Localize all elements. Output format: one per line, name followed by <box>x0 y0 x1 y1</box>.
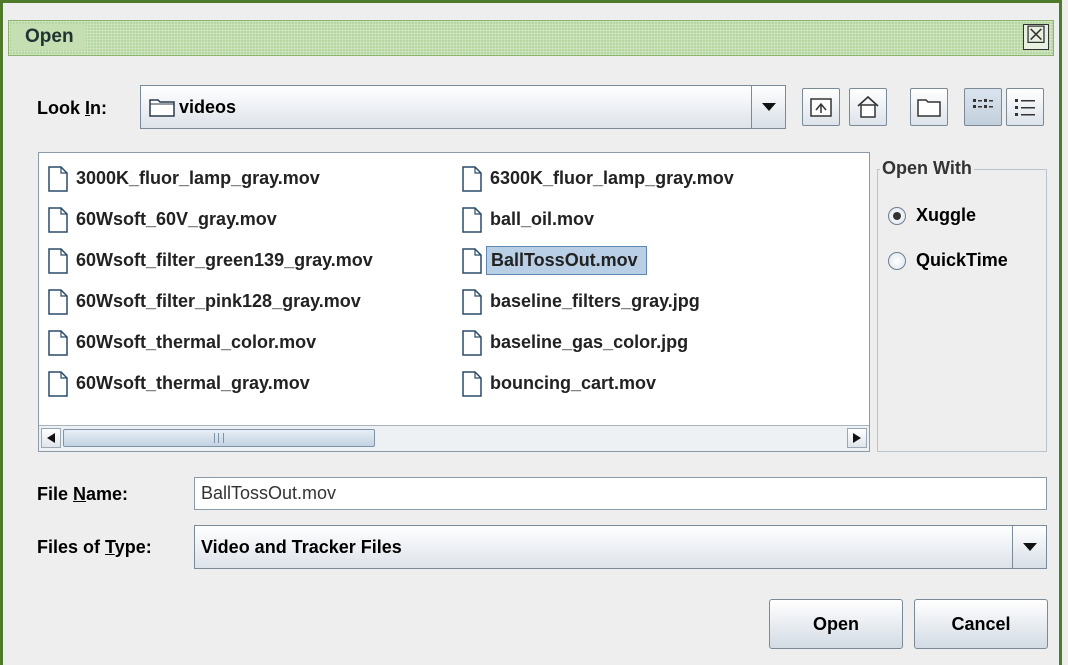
open-with-title: Open With <box>880 158 974 179</box>
chevron-left-icon <box>47 433 55 443</box>
look-in-dropdown-arrow[interactable] <box>751 86 785 128</box>
file-item[interactable]: 60Wsoft_filter_pink128_gray.mov <box>43 284 453 319</box>
close-icon[interactable]: ☒ <box>1023 24 1049 50</box>
file-item[interactable]: 3000K_fluor_lamp_gray.mov <box>43 161 453 196</box>
look-in-label: Look In: <box>37 98 107 119</box>
file-list[interactable]: 3000K_fluor_lamp_gray.mov 60Wsoft_60V_gra… <box>38 152 870 452</box>
file-name: 60Wsoft_filter_pink128_gray.mov <box>76 291 361 311</box>
document-icon <box>48 329 68 356</box>
file-column-1: 3000K_fluor_lamp_gray.mov 60Wsoft_60V_gra… <box>43 161 453 407</box>
file-name: baseline_filters_gray.jpg <box>490 291 700 311</box>
file-item[interactable]: 60Wsoft_thermal_gray.mov <box>43 366 453 401</box>
document-icon <box>48 165 68 192</box>
file-name: 60Wsoft_60V_gray.mov <box>76 209 277 229</box>
file-name: 6300K_fluor_lamp_gray.mov <box>490 168 734 188</box>
file-type-value: Video and Tracker Files <box>201 537 402 557</box>
details-view-button[interactable] <box>1006 88 1044 126</box>
file-name-label-prefix: File <box>37 484 74 504</box>
file-item[interactable]: ball_oil.mov <box>457 202 867 237</box>
file-item[interactable]: 60Wsoft_thermal_color.mov <box>43 325 453 360</box>
file-name: 60Wsoft_thermal_gray.mov <box>76 373 310 393</box>
home-icon <box>857 95 879 118</box>
document-icon <box>462 288 482 315</box>
document-icon <box>48 247 68 274</box>
file-name-label-mnemonic: N <box>73 484 87 504</box>
file-item[interactable]: 6300K_fluor_lamp_gray.mov <box>457 161 867 196</box>
chevron-down-icon <box>1022 543 1037 551</box>
file-type-label-prefix: Files of <box>37 537 106 557</box>
file-name: ball_oil.mov <box>490 209 595 229</box>
scrollbar-thumb[interactable] <box>63 429 375 447</box>
document-icon <box>48 370 68 397</box>
file-type-combo[interactable]: Video and Tracker Files <box>194 525 1047 569</box>
file-type-label-suffix: ype: <box>114 537 152 557</box>
file-name: 60Wsoft_filter_green139_gray.mov <box>76 250 373 270</box>
file-name: baseline_gas_color.jpg <box>490 332 689 352</box>
scroll-left-button[interactable] <box>41 428 61 448</box>
document-icon <box>48 206 68 233</box>
document-icon <box>48 288 68 315</box>
folder-icon <box>149 99 175 117</box>
file-type-label: Files of Type: <box>37 537 152 558</box>
list-view-icon <box>973 99 993 108</box>
file-name: 60Wsoft_thermal_color.mov <box>76 332 317 352</box>
dialog-title: Open <box>11 24 86 50</box>
radio-xuggle[interactable]: Xuggle <box>888 205 976 226</box>
list-view-button[interactable] <box>964 88 1002 126</box>
file-item[interactable]: bouncing_cart.mov <box>457 366 867 401</box>
scroll-right-button[interactable] <box>847 428 867 448</box>
home-button[interactable] <box>849 88 887 126</box>
radio-button-icon[interactable] <box>888 251 906 270</box>
file-type-dropdown-arrow[interactable] <box>1012 526 1046 568</box>
file-item[interactable]: 60Wsoft_60V_gray.mov <box>43 202 453 237</box>
file-item[interactable]: BallTossOut.mov <box>457 243 867 278</box>
file-name: BallTossOut.mov <box>486 246 647 275</box>
details-view-icon <box>1015 99 1035 116</box>
title-bar[interactable]: Open ☒ <box>8 20 1054 56</box>
horizontal-scrollbar[interactable] <box>39 425 869 451</box>
file-name-label: File Name: <box>37 484 128 505</box>
chevron-right-icon <box>853 433 861 443</box>
document-icon <box>462 165 482 192</box>
file-type-label-mnemonic: T <box>105 537 115 557</box>
up-one-level-button[interactable] <box>802 88 840 126</box>
radio-button-icon[interactable] <box>888 206 906 225</box>
document-icon <box>462 329 482 356</box>
radio-xuggle-label: Xuggle <box>916 205 977 225</box>
document-icon <box>462 206 482 233</box>
file-name: 3000K_fluor_lamp_gray.mov <box>76 168 320 188</box>
new-folder-button[interactable] <box>910 88 948 126</box>
file-name-input[interactable]: BallTossOut.mov <box>194 477 1047 510</box>
new-folder-icon <box>917 99 941 117</box>
file-column-2: 6300K_fluor_lamp_gray.mov ball_oil.mov Bal… <box>457 161 867 407</box>
file-name: bouncing_cart.mov <box>490 373 657 393</box>
document-icon <box>462 370 482 397</box>
open-button[interactable]: Open <box>769 599 903 649</box>
up-folder-icon <box>810 98 832 117</box>
radio-quicktime[interactable]: QuickTime <box>888 250 1008 271</box>
chevron-down-icon <box>761 103 776 111</box>
grip-icon <box>214 433 224 443</box>
radio-quicktime-label: QuickTime <box>916 250 1008 270</box>
file-item[interactable]: baseline_filters_gray.jpg <box>457 284 867 319</box>
file-name-label-suffix: ame: <box>86 484 129 504</box>
look-in-label-prefix: Look <box>37 98 85 118</box>
document-icon <box>462 247 482 274</box>
look-in-value: videos <box>179 97 237 117</box>
look-in-label-suffix: n: <box>90 98 108 118</box>
look-in-combo[interactable]: videos <box>140 85 786 129</box>
file-item[interactable]: 60Wsoft_filter_green139_gray.mov <box>43 243 453 278</box>
file-item[interactable]: baseline_gas_color.jpg <box>457 325 867 360</box>
cancel-button[interactable]: Cancel <box>914 599 1048 649</box>
